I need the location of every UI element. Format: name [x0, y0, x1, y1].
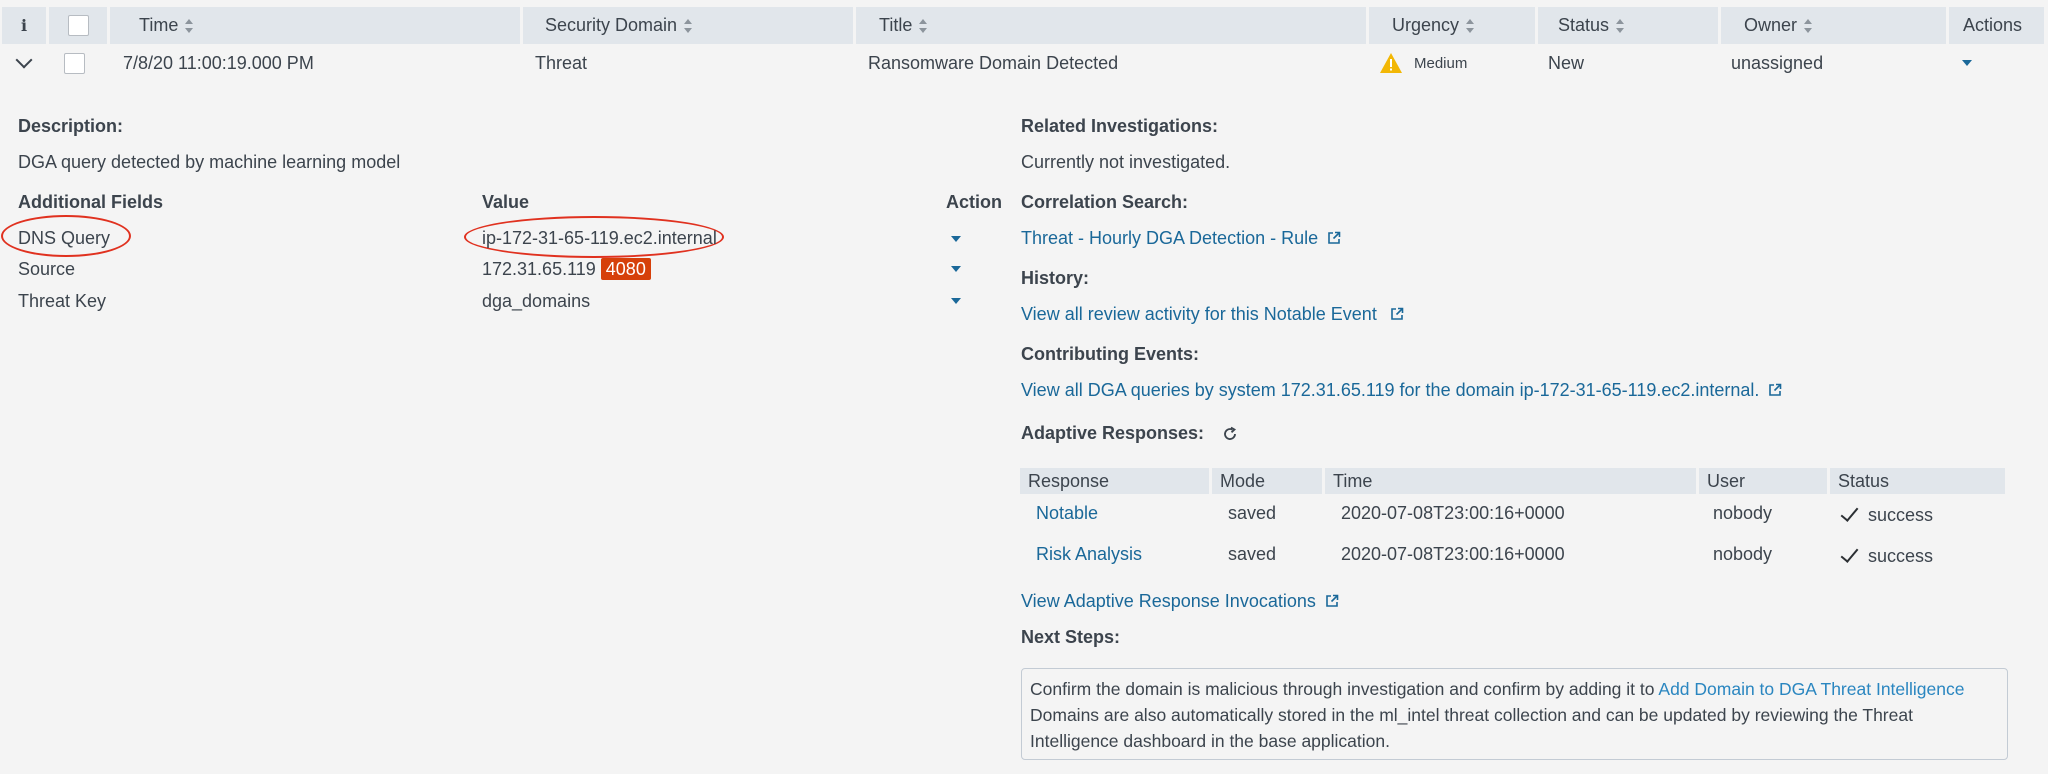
- value-header: Value: [482, 192, 530, 212]
- description-text: DGA query detected by machine learning m…: [18, 152, 401, 172]
- view-invocations-link[interactable]: View Adaptive Response Invocations: [1021, 591, 1339, 612]
- additional-fields-header: Additional Fields: [18, 192, 164, 212]
- external-link-icon: [1768, 383, 1782, 397]
- caret-down-icon: [951, 298, 961, 304]
- warning-icon: [1379, 52, 1403, 74]
- sort-icon: [1466, 18, 1475, 33]
- row-checkbox[interactable]: [64, 52, 85, 74]
- info-icon: i: [20, 16, 28, 35]
- ar-status: success: [1840, 496, 1933, 534]
- ar-column-status: Status: [1830, 468, 2005, 494]
- ar-user: nobody: [1713, 543, 1773, 564]
- description-label: Description:: [18, 116, 124, 136]
- event-security-domain: Threat: [535, 52, 588, 73]
- next-steps-text: Domains are also automatically stored in…: [1030, 705, 1913, 751]
- ar-response-link[interactable]: Notable: [1036, 494, 1098, 532]
- contributing-events-link[interactable]: View all DGA queries by system 172.31.65…: [1021, 380, 1782, 401]
- info-column-header: i: [2, 7, 46, 44]
- sort-icon: [684, 18, 693, 33]
- field-value-source: 172.31.65.119 4080: [482, 258, 651, 280]
- external-link-icon: [1327, 231, 1341, 245]
- select-all-header: [49, 7, 107, 44]
- related-investigations-label: Related Investigations:: [1021, 116, 1219, 136]
- ar-user: nobody: [1713, 502, 1773, 523]
- urgency-column-header[interactable]: Urgency: [1369, 7, 1535, 44]
- ar-column-mode: Mode: [1212, 468, 1322, 494]
- adaptive-responses-heading: Adaptive Responses:: [1021, 423, 1238, 444]
- checkmark-icon: [1840, 544, 1859, 563]
- ar-mode: saved: [1228, 543, 1277, 564]
- status-column-header[interactable]: Status: [1538, 7, 1718, 44]
- time-column-header[interactable]: Time: [110, 7, 520, 44]
- table-row: 7/8/20 11:00:19.000 PM Threat Ransomware…: [0, 44, 2048, 82]
- actions-dropdown[interactable]: [1962, 44, 1972, 82]
- urgency-label: Medium: [1414, 54, 1468, 72]
- owner-column-header[interactable]: Owner: [1721, 7, 1946, 44]
- refresh-icon[interactable]: [1222, 426, 1238, 442]
- sort-icon: [185, 18, 194, 33]
- caret-down-icon: [1962, 60, 1972, 66]
- ar-column-time: Time: [1325, 468, 1696, 494]
- caret-down-icon: [951, 266, 961, 272]
- chevron-down-icon: [15, 51, 33, 69]
- risk-score-badge: 4080: [600, 258, 651, 280]
- ar-time: 2020-07-08T23:00:16+0000: [1341, 502, 1565, 523]
- sort-icon: [919, 18, 928, 33]
- field-value-dns-query: ip-172-31-65-119.ec2.internal: [482, 228, 717, 248]
- event-status: New: [1548, 52, 1585, 73]
- select-all-checkbox[interactable]: [67, 15, 89, 36]
- title-column-header[interactable]: Title: [856, 7, 1366, 44]
- contributing-events-label: Contributing Events:: [1021, 344, 1199, 364]
- collapse-row-toggle[interactable]: [15, 44, 33, 82]
- event-urgency: Medium: [1379, 44, 1467, 82]
- event-time: 7/8/20 11:00:19.000 PM: [123, 52, 314, 73]
- field-name-source: Source: [18, 259, 76, 279]
- related-investigations-value: Currently not investigated.: [1021, 152, 1231, 172]
- field-value-threat-key: dga_domains: [482, 291, 591, 311]
- ar-time: 2020-07-08T23:00:16+0000: [1341, 543, 1565, 564]
- field-name-dns-query: DNS Query: [18, 228, 111, 248]
- sort-icon: [1616, 18, 1625, 33]
- ar-column-response: Response: [1020, 468, 1209, 494]
- field-action-dropdown[interactable]: [951, 298, 961, 304]
- add-domain-link[interactable]: Add Domain to DGA Threat Intelligence: [1658, 679, 1964, 699]
- security-domain-column-header[interactable]: Security Domain: [523, 7, 853, 44]
- history-link[interactable]: View all review activity for this Notabl…: [1021, 304, 1404, 325]
- history-label: History:: [1021, 268, 1090, 288]
- actions-column-header: Actions: [1949, 7, 2044, 44]
- adaptive-responses-table-header: Response Mode Time User Status: [1020, 468, 2008, 494]
- sort-icon: [1804, 18, 1813, 33]
- table-row: Notable saved 2020-07-08T23:00:16+0000 n…: [1020, 494, 2008, 532]
- event-title: Ransomware Domain Detected: [868, 52, 1119, 73]
- event-owner: unassigned: [1731, 52, 1824, 73]
- ar-mode: saved: [1228, 502, 1277, 523]
- field-action-dropdown[interactable]: [951, 236, 961, 242]
- external-link-icon: [1325, 594, 1339, 608]
- row-select: [64, 44, 85, 82]
- notable-events-table-header: i Time Security Domain Title Urgency Sta…: [0, 7, 2048, 44]
- table-row: Risk Analysis saved 2020-07-08T23:00:16+…: [1020, 535, 2008, 573]
- next-steps-box: Confirm the domain is malicious through …: [1021, 668, 2008, 760]
- correlation-search-label: Correlation Search:: [1021, 192, 1189, 212]
- caret-down-icon: [951, 236, 961, 242]
- field-name-threat-key: Threat Key: [18, 291, 107, 311]
- ar-response-link[interactable]: Risk Analysis: [1036, 535, 1142, 573]
- correlation-search-link[interactable]: Threat - Hourly DGA Detection - Rule: [1021, 228, 1341, 249]
- next-steps-text: Confirm the domain is malicious through …: [1030, 679, 1659, 699]
- checkmark-icon: [1840, 503, 1859, 522]
- ar-column-user: User: [1699, 468, 1827, 494]
- field-action-dropdown[interactable]: [951, 266, 961, 272]
- external-link-icon: [1390, 307, 1404, 321]
- action-header: Action: [946, 192, 1002, 212]
- next-steps-label: Next Steps:: [1021, 627, 1121, 647]
- ar-status: success: [1840, 537, 1933, 575]
